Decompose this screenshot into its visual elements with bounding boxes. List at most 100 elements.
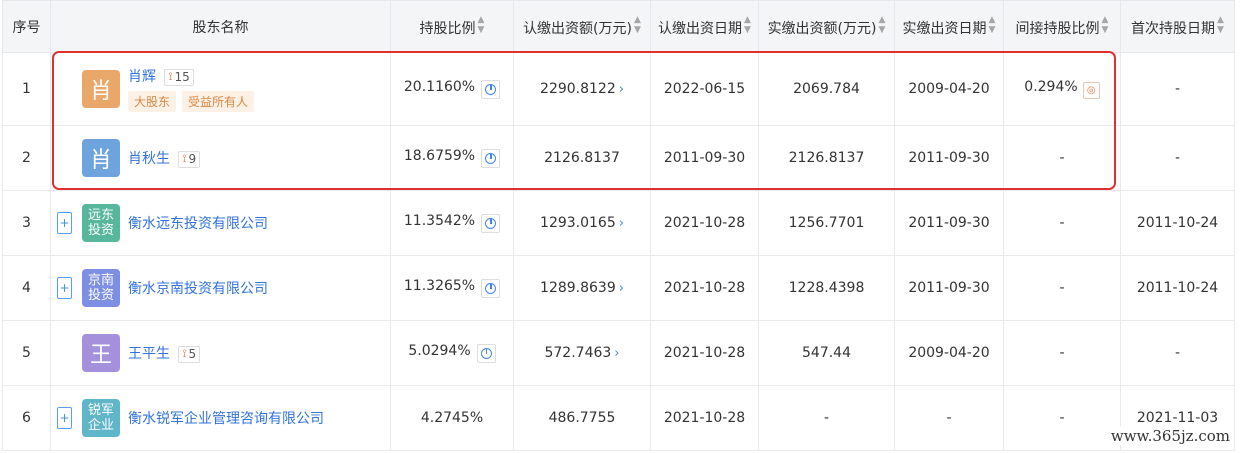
- shareholder-table: 序号 股东名称 持股比例▲ ▼ 认缴出资额(万元)▲ ▼ 认缴出资日期▲ ▼ 实缴出资…: [2, 0, 1235, 451]
- first-date-cell: -: [1120, 52, 1235, 126]
- ratio-cell: 11.3542%: [390, 190, 514, 256]
- paid-amount-cell: 1256.7701: [758, 190, 895, 256]
- paid-date-cell: 2011-09-30: [894, 125, 1004, 191]
- ratio-cell: 4.2745%: [390, 385, 514, 451]
- relation-count-badge[interactable]: ⟟ 15: [164, 68, 194, 86]
- chevron-right-icon[interactable]: ›: [614, 346, 619, 361]
- shareholder-name-link[interactable]: 衡水远东投资有限公司: [128, 216, 268, 232]
- subscribed-date-cell: 2022-06-15: [650, 52, 759, 126]
- sort-arrows-icon[interactable]: ▲ ▼: [478, 15, 485, 35]
- pie-chart-icon[interactable]: [481, 80, 501, 99]
- subscribed-amount-cell: 2126.8137: [513, 125, 651, 191]
- tag-beneficial-owner: 受益所有人: [182, 91, 255, 112]
- avatar: 肖: [82, 70, 120, 108]
- subscribed-amount-cell[interactable]: 2290.8122 ›: [513, 52, 651, 126]
- subscribed-amount-cell: 486.7755: [513, 385, 651, 451]
- subscribed-date-cell: 2021-10-28: [650, 255, 759, 321]
- paid-date-cell: -: [894, 385, 1004, 451]
- relation-icon: ⟟: [168, 70, 173, 83]
- subscribed-amount-cell[interactable]: 1289.8639 ›: [513, 255, 651, 321]
- pie-chart-icon[interactable]: [476, 344, 496, 363]
- table-row: 5 王 王平生 ⟟ 5 5.0294% 572.7463 › 2021-10-28 …: [2, 320, 1235, 386]
- first-date-cell: 2011-10-24: [1120, 190, 1235, 256]
- header-first-date[interactable]: 首次持股日期▲ ▼: [1120, 0, 1235, 53]
- shareholder-name-link[interactable]: 肖辉: [128, 69, 156, 85]
- header-subscribed-amount[interactable]: 认缴出资额(万元)▲ ▼: [513, 0, 651, 53]
- expand-button[interactable]: +: [57, 212, 72, 234]
- watermark: www.365jz.com: [1106, 426, 1234, 446]
- avatar: 王: [82, 334, 120, 372]
- table-row: 2 肖 肖秋生 ⟟ 9 18.6759% 2126.8137 2011-09-30…: [2, 125, 1235, 191]
- sort-arrows-icon[interactable]: ▲ ▼: [744, 15, 751, 35]
- shareholder-cell: 肖 肖秋生 ⟟ 9: [50, 125, 391, 191]
- subscribed-date-cell: 2011-09-30: [650, 125, 759, 191]
- equity-chain-icon[interactable]: ◎: [1082, 82, 1100, 99]
- paid-date-cell: 2009-04-20: [894, 320, 1004, 386]
- avatar: 京南投资: [82, 269, 120, 307]
- shareholder-cell: + 京南投资 衡水京南投资有限公司: [50, 255, 391, 321]
- row-index: 1: [2, 52, 51, 126]
- indirect-ratio-cell: -: [1003, 320, 1121, 386]
- avatar: 锐军企业: [82, 399, 120, 437]
- chevron-right-icon[interactable]: ›: [619, 281, 624, 296]
- subscribed-amount-cell[interactable]: 1293.0165 ›: [513, 190, 651, 256]
- shareholder-name-link[interactable]: 王平生: [128, 346, 170, 362]
- relation-count-badge[interactable]: ⟟ 9: [178, 150, 201, 168]
- row-index: 2: [2, 125, 51, 191]
- first-date-cell: -: [1120, 125, 1235, 191]
- chevron-right-icon[interactable]: ›: [619, 216, 624, 231]
- header-indirect-ratio[interactable]: 间接持股比例▲ ▼: [1003, 0, 1121, 53]
- indirect-ratio-cell: -: [1003, 385, 1121, 451]
- ratio-cell: 20.1160%: [390, 52, 514, 126]
- shareholder-cell: + 远东投资 衡水远东投资有限公司: [50, 190, 391, 256]
- sort-arrows-icon[interactable]: ▲ ▼: [1102, 15, 1109, 35]
- paid-date-cell: 2011-09-30: [894, 255, 1004, 321]
- table-header-row: 序号 股东名称 持股比例▲ ▼ 认缴出资额(万元)▲ ▼ 认缴出资日期▲ ▼ 实缴出资…: [2, 0, 1235, 53]
- indirect-ratio-cell: -: [1003, 190, 1121, 256]
- avatar: 远东投资: [82, 204, 120, 242]
- header-index: 序号: [2, 0, 51, 53]
- table-row: 4 + 京南投资 衡水京南投资有限公司 11.3265% 1289.8639 › …: [2, 255, 1235, 321]
- sort-arrows-icon[interactable]: ▲ ▼: [879, 15, 886, 35]
- indirect-ratio-cell: 0.294% ◎: [1003, 52, 1121, 126]
- header-subscribed-date[interactable]: 认缴出资日期▲ ▼: [650, 0, 759, 53]
- relation-count-badge[interactable]: ⟟ 5: [178, 345, 201, 363]
- header-paid-amount[interactable]: 实缴出资额(万元)▲ ▼: [758, 0, 895, 53]
- expand-button[interactable]: +: [57, 277, 72, 299]
- subscribed-date-cell: 2021-10-28: [650, 190, 759, 256]
- row-index: 6: [2, 385, 51, 451]
- sort-arrows-icon[interactable]: ▲ ▼: [1217, 15, 1224, 35]
- indirect-ratio-cell: -: [1003, 125, 1121, 191]
- first-date-cell: 2011-10-24: [1120, 255, 1235, 321]
- indirect-ratio-cell: -: [1003, 255, 1121, 321]
- row-index: 5: [2, 320, 51, 386]
- shareholder-name-link[interactable]: 衡水锐军企业管理咨询有限公司: [128, 411, 324, 427]
- shareholder-cell: 王 王平生 ⟟ 5: [50, 320, 391, 386]
- relation-icon: ⟟: [182, 347, 187, 360]
- header-shareholder-name: 股东名称: [50, 0, 391, 53]
- pie-chart-icon[interactable]: [481, 149, 501, 168]
- subscribed-date-cell: 2021-10-28: [650, 320, 759, 386]
- header-ratio[interactable]: 持股比例▲ ▼: [390, 0, 514, 53]
- sort-arrows-icon[interactable]: ▲ ▼: [634, 15, 641, 35]
- subscribed-amount-cell[interactable]: 572.7463 ›: [513, 320, 651, 386]
- paid-amount-cell: 1228.4398: [758, 255, 895, 321]
- relation-icon: ⟟: [182, 152, 187, 165]
- pie-chart-icon[interactable]: [481, 214, 501, 233]
- header-paid-date[interactable]: 实缴出资日期▲ ▼: [894, 0, 1004, 53]
- ratio-cell: 18.6759%: [390, 125, 514, 191]
- paid-amount-cell: 2126.8137: [758, 125, 895, 191]
- paid-amount-cell: -: [758, 385, 895, 451]
- shareholder-name-link[interactable]: 肖秋生: [128, 151, 170, 167]
- chevron-right-icon[interactable]: ›: [619, 82, 624, 97]
- row-index: 3: [2, 190, 51, 256]
- pie-chart-icon[interactable]: [481, 279, 501, 298]
- ratio-cell: 5.0294%: [390, 320, 514, 386]
- shareholder-name-link[interactable]: 衡水京南投资有限公司: [128, 281, 268, 297]
- first-date-cell: -: [1120, 320, 1235, 386]
- shareholder-cell: 肖 肖辉 ⟟ 15 大股东 受益所有人: [50, 52, 391, 126]
- sort-arrows-icon[interactable]: ▲ ▼: [989, 15, 996, 35]
- expand-button[interactable]: +: [57, 407, 72, 429]
- row-index: 4: [2, 255, 51, 321]
- paid-amount-cell: 2069.784: [758, 52, 895, 126]
